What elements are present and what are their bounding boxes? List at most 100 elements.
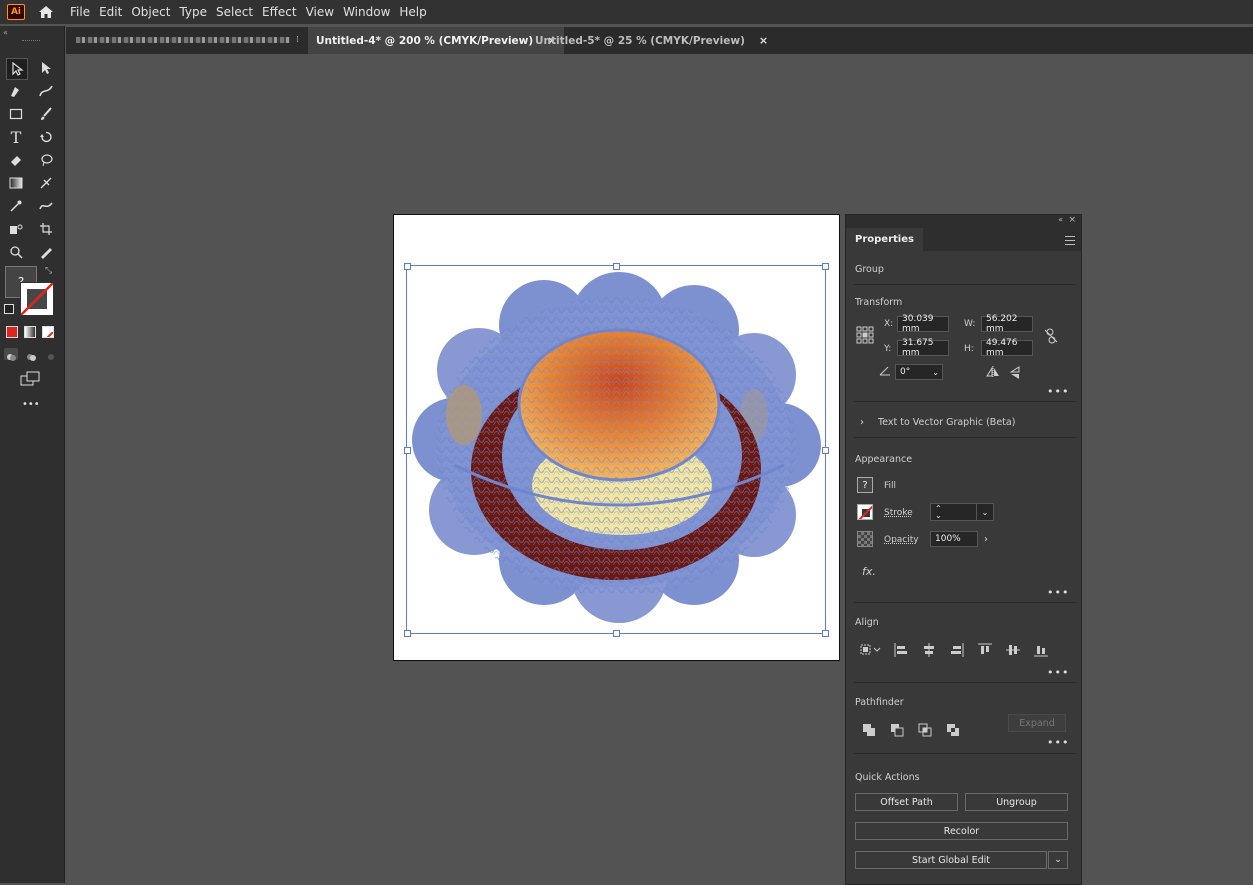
align-top-icon[interactable]: [978, 643, 992, 657]
pen-tool-icon[interactable]: [6, 81, 26, 101]
artboard-tool-icon[interactable]: [36, 219, 56, 239]
selection-tool-icon[interactable]: [6, 58, 28, 80]
fx-effects-button[interactable]: fx.: [862, 565, 876, 578]
align-center-horizontal-icon[interactable]: [922, 643, 936, 657]
menu-window[interactable]: Window: [343, 5, 390, 19]
color-mode-icon[interactable]: [6, 326, 18, 338]
align-bottom-icon[interactable]: [1034, 643, 1048, 657]
rectangle-tool-icon[interactable]: [6, 104, 26, 124]
gradient-tool-icon[interactable]: [6, 173, 26, 193]
text-to-vector-section[interactable]: Text to Vector Graphic (Beta): [878, 417, 1015, 428]
recolor-button[interactable]: Recolor: [855, 822, 1068, 840]
draw-inside-icon[interactable]: [44, 348, 58, 360]
curvature-tool-icon[interactable]: [36, 81, 56, 101]
handle-top-center[interactable]: [613, 263, 620, 270]
minus-front-icon[interactable]: [890, 723, 904, 737]
default-colors-icon[interactable]: [4, 304, 14, 314]
zoom-tool-icon[interactable]: [6, 242, 26, 262]
gradient-mode-icon[interactable]: [24, 326, 36, 338]
menu-edit[interactable]: Edit: [99, 5, 122, 19]
stroke-swatch[interactable]: [20, 282, 54, 316]
align-to-selection-icon[interactable]: [860, 643, 882, 657]
blend-tool-icon[interactable]: [36, 196, 56, 216]
stroke-swatch[interactable]: [857, 504, 873, 520]
transform-more-button[interactable]: •••: [1047, 385, 1069, 398]
handle-bottom-right[interactable]: [822, 630, 829, 637]
chevron-down-icon[interactable]: ⌄: [976, 504, 993, 520]
rotate-tool-icon[interactable]: [36, 127, 56, 147]
intersect-icon[interactable]: [918, 723, 932, 737]
eyedropper-tool-icon[interactable]: [6, 196, 26, 216]
rotate-angle-field[interactable]: 0° ⌄: [895, 364, 943, 380]
collapse-tools-icon[interactable]: «: [3, 28, 8, 37]
none-mode-icon[interactable]: [42, 326, 54, 338]
handle-top-right[interactable]: [822, 263, 829, 270]
menu-file[interactable]: File: [70, 5, 90, 19]
expand-button[interactable]: Expand: [1008, 714, 1066, 732]
align-right-icon[interactable]: [950, 643, 964, 657]
ungroup-button[interactable]: Ungroup: [965, 793, 1068, 811]
constrain-proportions-icon[interactable]: [1044, 328, 1058, 344]
menu-help[interactable]: Help: [399, 5, 426, 19]
overflow-tabs-strip[interactable]: [76, 37, 290, 43]
mesh-tool-icon[interactable]: [36, 173, 56, 193]
flip-horizontal-icon[interactable]: [986, 366, 1000, 378]
unite-icon[interactable]: [862, 723, 876, 737]
fill-swatch[interactable]: ?: [857, 477, 873, 493]
start-global-edit-button[interactable]: Start Global Edit: [855, 851, 1047, 869]
draw-normal-icon[interactable]: [4, 348, 18, 361]
handle-top-left[interactable]: [404, 263, 411, 270]
opacity-label[interactable]: Opacity: [884, 535, 919, 545]
home-icon[interactable]: [37, 3, 55, 21]
symbol-sprayer-tool-icon[interactable]: [6, 219, 26, 239]
collapse-panel-icon[interactable]: «: [1058, 215, 1063, 224]
handle-bottom-left[interactable]: [404, 630, 411, 637]
handle-middle-right[interactable]: [822, 447, 829, 454]
appearance-more-button[interactable]: •••: [1047, 586, 1069, 599]
handle-middle-left[interactable]: [404, 447, 411, 454]
pathfinder-more-button[interactable]: •••: [1047, 736, 1069, 749]
flip-vertical-icon[interactable]: [1009, 366, 1021, 380]
menu-object[interactable]: Object: [131, 5, 170, 19]
w-field[interactable]: 56.202 mm: [981, 314, 1033, 334]
menu-select[interactable]: Select: [216, 5, 253, 19]
tab-untitled-5[interactable]: Untitled-5* @ 25 % (CMYK/Preview) ×: [527, 27, 776, 54]
type-tool-icon[interactable]: T: [6, 127, 26, 147]
stroke-weight-field[interactable]: ⌃ ⌄ ⌄: [930, 503, 994, 521]
panel-menu-icon[interactable]: [1065, 236, 1075, 245]
tab-untitled-4[interactable]: Untitled-4* @ 200 % (CMYK/Preview) ×: [308, 27, 565, 54]
chevron-right-icon[interactable]: ›: [858, 417, 866, 428]
opacity-field[interactable]: 100%: [930, 531, 978, 547]
selection-bounding-box[interactable]: [406, 265, 826, 634]
menu-type[interactable]: Type: [179, 5, 207, 19]
align-more-button[interactable]: •••: [1047, 666, 1069, 679]
y-field[interactable]: 31.675 mm: [897, 338, 949, 358]
pencil-tool-icon[interactable]: [36, 242, 56, 262]
reference-point-icon[interactable]: [856, 326, 874, 344]
eraser-tool-icon[interactable]: [6, 150, 26, 170]
swap-fill-stroke-icon[interactable]: ⤡: [45, 266, 52, 276]
menu-effect[interactable]: Effect: [262, 5, 297, 19]
handle-bottom-center[interactable]: [613, 630, 620, 637]
direct-selection-tool-icon[interactable]: [36, 58, 56, 78]
chevron-down-icon[interactable]: ⌄: [1048, 851, 1068, 869]
stroke-label[interactable]: Stroke: [884, 508, 913, 518]
offset-path-button[interactable]: Offset Path: [855, 793, 958, 811]
chevron-down-icon[interactable]: ⌄: [932, 368, 939, 377]
paintbrush-tool-icon[interactable]: [36, 104, 56, 124]
menu-view[interactable]: View: [306, 5, 334, 19]
close-panel-icon[interactable]: ×: [1068, 215, 1076, 225]
h-field[interactable]: 49.476 mm: [981, 338, 1033, 358]
screen-mode-icon[interactable]: [20, 371, 42, 387]
lasso-tool-icon[interactable]: [36, 150, 56, 170]
tab-properties[interactable]: Properties: [846, 228, 923, 251]
exclude-icon[interactable]: [946, 723, 960, 737]
stepper-icon[interactable]: ⌃ ⌄: [935, 505, 942, 520]
align-left-icon[interactable]: [894, 643, 908, 657]
align-center-vertical-icon[interactable]: [1006, 643, 1020, 657]
x-field[interactable]: 30.039 mm: [897, 314, 949, 334]
edit-toolbar-button[interactable]: •••: [22, 399, 40, 410]
draw-behind-icon[interactable]: [24, 348, 38, 361]
close-icon[interactable]: ×: [759, 34, 768, 47]
grip-icon[interactable]: [22, 40, 40, 43]
